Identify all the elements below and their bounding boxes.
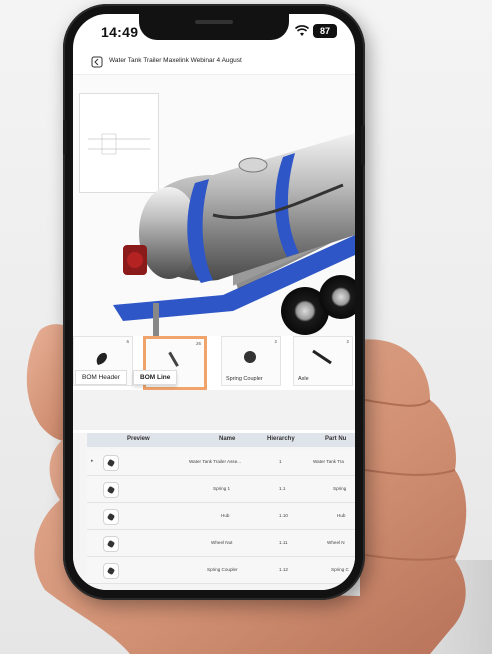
title-bar: Water Tank Trailer Maxelink Webinar 4 Au… [73, 52, 355, 75]
bom-strip: 6 26 2 Spring Coupler 2 Axle BOM Header … [73, 336, 355, 390]
part-thumbnail-icon [168, 351, 179, 367]
battery-indicator: 87 [313, 24, 337, 38]
side-button [361, 125, 365, 165]
table-row[interactable]: Wheel Nut 1.11 Wheel N [87, 530, 355, 557]
table-row[interactable]: Spring 1 1.1 Spring [87, 476, 355, 503]
phone-notch [139, 14, 289, 40]
table-row[interactable]: Hub 1.10 Hub [87, 503, 355, 530]
document-title: Water Tank Trailer Maxelink Webinar 4 Au… [109, 57, 242, 64]
scene: 14:49 87 Water Tank Trailer Maxelink Web… [0, 0, 492, 654]
part-thumbnail-icon [96, 352, 107, 365]
column-header[interactable]: Hierarchy [267, 436, 295, 442]
tab-bom-header[interactable]: BOM Header [75, 370, 127, 385]
bom-card-spring-coupler[interactable]: 2 Spring Coupler [221, 336, 281, 386]
column-header[interactable]: Part Nu [325, 436, 346, 442]
table-header: Preview Name Hierarchy Part Nu [87, 433, 355, 447]
part-thumbnail-icon [244, 351, 256, 363]
volume-button [63, 120, 66, 154]
trailer-model[interactable] [73, 75, 355, 337]
column-header[interactable]: Name [219, 436, 235, 442]
expand-caret-icon[interactable]: ▸ [91, 458, 94, 464]
table-row[interactable]: Spring Coupler 1.12 Spring C [87, 557, 355, 584]
spacer [73, 390, 355, 430]
part-preview-icon [103, 563, 119, 579]
part-preview-icon [103, 536, 119, 552]
part-preview-icon [103, 455, 119, 471]
part-preview-icon [103, 482, 119, 498]
part-thumbnail-icon [312, 349, 332, 365]
exit-icon[interactable] [91, 56, 103, 68]
part-preview-icon [103, 509, 119, 525]
table-row[interactable]: ▸ Water Tank Trailer Asse... 1 Water Tan… [87, 449, 355, 476]
column-header[interactable]: Preview [127, 436, 150, 442]
speaker-grille [195, 20, 233, 24]
bom-card-axle[interactable]: 2 Axle [293, 336, 353, 386]
phone-screen: 14:49 87 Water Tank Trailer Maxelink Web… [73, 14, 355, 590]
bom-table: Preview Name Hierarchy Part Nu ▸ Water T… [73, 433, 355, 590]
wifi-icon [295, 25, 309, 36]
tab-bom-line[interactable]: BOM Line [133, 370, 178, 385]
status-time: 14:49 [101, 24, 139, 40]
model-viewer[interactable] [73, 75, 355, 337]
